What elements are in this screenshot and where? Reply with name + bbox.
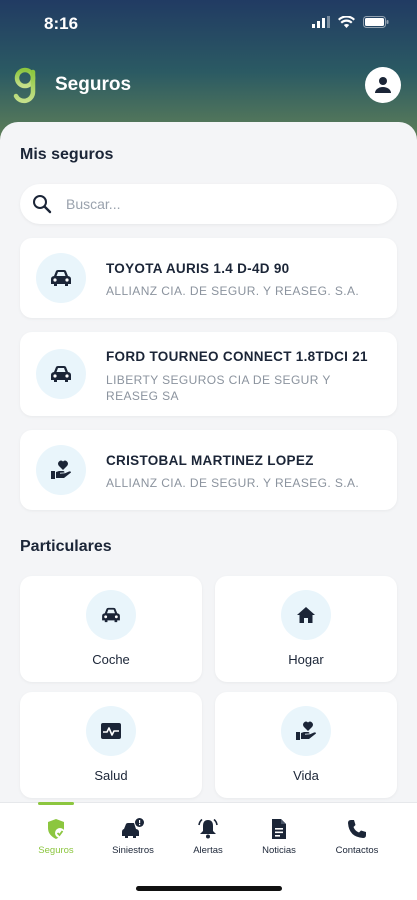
active-tab-indicator [38,802,74,805]
policy-name: CRISTOBAL MARTINEZ LOPEZ [106,453,314,468]
nav-item-noticias[interactable]: Noticias [239,803,319,863]
policy-insurer: ALLIANZ CIA. DE SEGUR. Y REASEG. S.A. [106,476,360,490]
car-accident-icon [122,818,144,838]
policy-card[interactable]: CRISTOBAL MARTINEZ LOPEZ ALLIANZ CIA. DE… [20,430,397,510]
car-icon [51,366,71,382]
tile-icon-circle [86,706,136,756]
nav-item-alertas[interactable]: Alertas [168,803,248,863]
app-logo-icon [13,67,36,104]
policy-icon-circle [36,253,86,303]
policy-name: TOYOTA AURIS 1.4 D-4D 90 [106,261,290,276]
wifi-icon [338,16,355,28]
policy-insurer: LIBERTY SEGUROS CIA DE SEGUR Y REASEG SA [106,373,331,403]
policy-name: FORD TOURNEO CONNECT 1.8TDCI 21 [106,349,368,364]
bell-icon [198,818,218,839]
hand-heart-icon [51,460,71,479]
profile-button[interactable] [365,67,401,103]
nav-item-contactos[interactable]: Contactos [317,803,397,863]
policy-card[interactable]: TOYOTA AURIS 1.4 D-4D 90 ALLIANZ CIA. DE… [20,238,397,318]
nav-item-siniestros[interactable]: Siniestros [93,803,173,863]
section-title-mis-seguros: Mis seguros [20,146,114,163]
signal-icon [312,16,330,28]
tile-vida[interactable]: Vida [215,692,397,798]
shield-icon [48,819,65,839]
nav-label: Siniestros [112,845,154,856]
app-title: Seguros [55,74,132,95]
nav-item-seguros[interactable]: Seguros [16,802,96,863]
nav-label: Contactos [335,845,379,856]
hand-heart-icon [296,721,316,740]
status-icons [312,16,389,28]
document-icon [272,819,286,839]
status-bar: 8:16 [0,0,417,48]
home-indicator [136,886,282,891]
content-sheet: Mis seguros TOYOTA AURIS 1.4 D-4D 90 ALL… [0,122,417,812]
search-icon [33,195,52,214]
section-title-particulares: Particulares [20,538,112,555]
car-icon [51,270,71,286]
battery-icon [363,16,389,28]
status-time: 8:16 [44,14,79,33]
tile-label: Vida [293,768,319,783]
tile-coche[interactable]: Coche [20,576,202,682]
tile-label: Hogar [288,652,324,667]
tile-salud[interactable]: Salud [20,692,202,798]
tile-label: Coche [92,652,130,667]
nav-label: Alertas [193,845,223,856]
phone-icon [348,820,366,838]
heartbeat-icon [101,723,121,739]
tile-icon-circle [281,706,331,756]
tile-label: Salud [94,768,128,783]
policy-card[interactable]: FORD TOURNEO CONNECT 1.8TDCI 21 LIBERTY … [20,332,397,416]
policy-icon-circle [36,349,86,399]
car-icon [102,607,120,623]
policy-insurer: ALLIANZ CIA. DE SEGUR. Y REASEG. S.A. [106,284,360,298]
policy-icon-circle [36,445,86,495]
app-bar: Seguros [0,62,417,108]
tile-icon-circle [281,590,331,640]
search-bar[interactable] [20,184,397,224]
nav-label: Seguros [38,845,74,856]
nav-label: Noticias [262,845,296,856]
user-icon [375,77,391,93]
search-input[interactable] [66,192,376,216]
tile-icon-circle [86,590,136,640]
tile-hogar[interactable]: Hogar [215,576,397,682]
home-icon [297,607,315,623]
